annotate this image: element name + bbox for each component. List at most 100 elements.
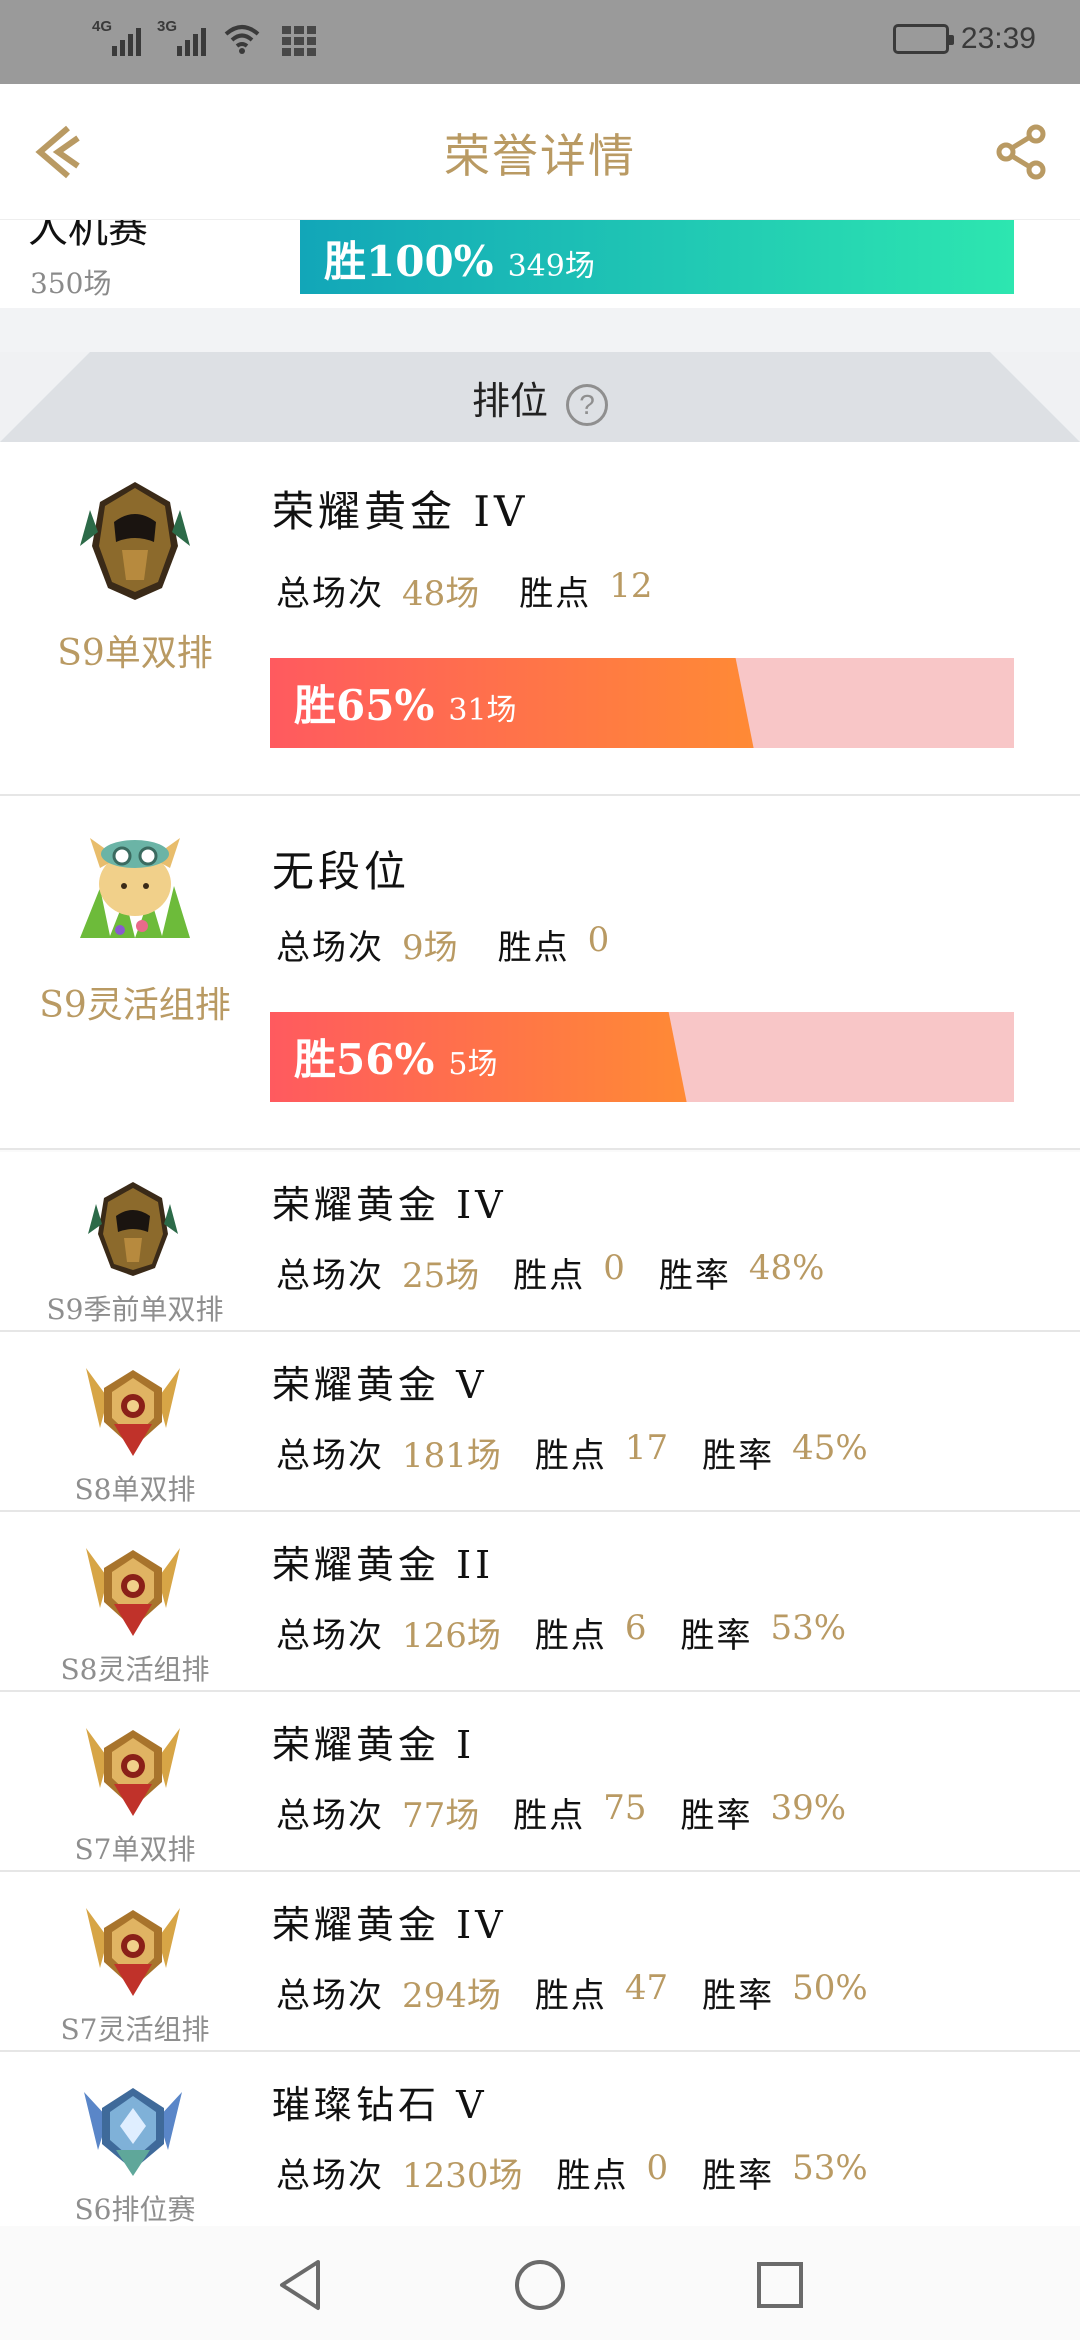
help-icon[interactable]: ? [566, 383, 608, 426]
season-label: S9灵活组排 [39, 985, 231, 1026]
points-value: 0 [603, 1248, 625, 1288]
total-label: 总场次 [276, 1796, 384, 1836]
season-record-row: S8单双排 荣耀黄金 V 总场次 181场 胜点 17 胜率 45% [0, 1332, 1080, 1512]
points-label: 胜点 [513, 1796, 586, 1836]
season-label: S9季前单双排 [46, 1293, 224, 1326]
rank-name: 荣耀黄金 IV [272, 1903, 507, 1947]
total-value: 1230场 [402, 2156, 523, 2196]
diamond-crest-icon [84, 2088, 182, 2176]
section-spacer [0, 308, 1080, 352]
gold-crest-icon [86, 1368, 180, 1456]
wifi-icon [224, 25, 260, 54]
points-label: 胜点 [534, 1436, 607, 1476]
win-rate-bar: 胜65% 31场 [270, 658, 1014, 748]
rate-label: 胜率 [702, 1436, 775, 1476]
total-label: 总场次 [276, 928, 384, 968]
total-value: 9场 [402, 928, 458, 968]
ranked-entry-s9-solo: S9单双排 荣耀黄金 IV 总场次 48场 胜点 12 胜65% 31场 [0, 442, 1080, 796]
rate-value: 45% [792, 1428, 868, 1468]
app-header: 荣誉详情 [0, 84, 1080, 220]
status-bar: 4G 3G 23:39 [0, 0, 1080, 84]
points-label: 胜点 [497, 928, 570, 968]
points-label: 胜点 [519, 574, 592, 614]
season-label: S6排位赛 [74, 2193, 196, 2226]
cell-signal-icon: 3G [157, 18, 206, 56]
nav-recents-icon[interactable] [745, 2250, 815, 2320]
season-record-row: S8灵活组排 荣耀黄金 II 总场次 126场 胜点 6 胜率 53% [0, 1512, 1080, 1692]
points-value: 17 [624, 1428, 669, 1468]
system-nav-bar [0, 2226, 1080, 2340]
rank-name: 荣耀黄金 V [272, 1363, 488, 1407]
cell-signal-icon: 4G [92, 18, 141, 56]
season-record-row: S7灵活组排 荣耀黄金 IV 总场次 294场 胜点 47 胜率 50% [0, 1872, 1080, 2052]
rate-value: 39% [770, 1788, 847, 1828]
rate-label: 胜率 [680, 1616, 753, 1656]
total-label: 总场次 [276, 1256, 384, 1296]
win-games-label: 349场 [507, 249, 595, 284]
season-record-row: S6排位赛 璀璨钻石 V 总场次 1230场 胜点 0 胜率 53% [0, 2052, 1080, 2232]
gold-helmet-icon [88, 1182, 178, 1276]
points-value: 6 [624, 1608, 647, 1648]
battery-icon [892, 24, 954, 54]
total-value: 77场 [402, 1796, 480, 1836]
mode-count: 350场 [30, 267, 112, 300]
page-title: 荣誉详情 [444, 129, 636, 183]
points-label: 胜点 [534, 1616, 607, 1656]
season-label: S8灵活组排 [60, 1653, 210, 1686]
season-label: S8单双排 [74, 1473, 196, 1506]
win-rate-label: 胜65% [294, 681, 435, 730]
win-rate-label: 胜56% [294, 1035, 435, 1084]
total-value: 25场 [402, 1256, 480, 1296]
total-label: 总场次 [276, 1976, 384, 2016]
rate-label: 胜率 [658, 1256, 731, 1296]
total-value: 294场 [402, 1976, 501, 2016]
section-title: 排位 [471, 379, 548, 423]
signal-type-label: 4G [92, 18, 113, 35]
rate-value: 53% [792, 2148, 868, 2188]
gold-crest-icon [86, 1908, 180, 1996]
ranked-entry-s9-flex: S9灵活组排 无段位 总场次 9场 胜点 0 胜56% 5场 [0, 796, 1080, 1150]
win-rate-bar: 胜100% 349场 [300, 220, 1014, 294]
points-label: 胜点 [513, 1256, 586, 1296]
rank-name: 璀璨钻石 V [272, 2083, 488, 2127]
total-value: 48场 [402, 574, 480, 614]
total-value: 126场 [402, 1616, 501, 1656]
win-rate-label: 胜100% [324, 237, 494, 286]
total-label: 总场次 [276, 574, 384, 614]
gold-crest-icon [86, 1548, 180, 1636]
rank-name: 荣耀黄金 IV [272, 487, 529, 536]
win-games-label: 5场 [448, 1047, 498, 1082]
total-value: 181场 [402, 1436, 501, 1476]
season-record-row: S9季前单双排 荣耀黄金 IV 总场次 25场 胜点 0 胜率 48% [0, 1152, 1080, 1332]
total-label: 总场次 [276, 1436, 384, 1476]
rank-name: 荣耀黄金 II [272, 1543, 495, 1587]
nav-back-icon[interactable] [266, 2250, 336, 2320]
mode-name: 人机赛 [28, 220, 148, 252]
rate-value: 50% [792, 1968, 868, 2008]
apps-grid-icon [282, 26, 316, 56]
season-label: S7单双排 [74, 1833, 196, 1866]
win-rate-bar: 胜56% 5场 [270, 1012, 1014, 1102]
season-record-row: S7单双排 荣耀黄金 I 总场次 77场 胜点 75 胜率 39% [0, 1692, 1080, 1872]
rate-label: 胜率 [702, 1976, 775, 2016]
teemo-avatar-icon [80, 838, 190, 938]
rank-name: 荣耀黄金 I [272, 1723, 476, 1767]
gold-crest-icon [86, 1728, 180, 1816]
rate-label: 胜率 [702, 2156, 775, 2196]
gold-helmet-icon [80, 482, 190, 600]
rate-value: 48% [748, 1248, 825, 1288]
points-value: 0 [646, 2148, 669, 2188]
win-games-label: 31场 [448, 693, 517, 728]
ranked-section-header: 排位? [0, 352, 1080, 442]
points-value: 75 [603, 1788, 647, 1828]
points-value: 47 [624, 1968, 669, 2008]
status-time: 23:39 [960, 22, 1036, 55]
points-label: 胜点 [534, 1976, 607, 2016]
share-icon[interactable] [994, 124, 1050, 180]
rate-value: 53% [770, 1608, 847, 1648]
total-label: 总场次 [276, 1616, 384, 1656]
nav-home-icon[interactable] [505, 2250, 575, 2320]
total-label: 总场次 [276, 2156, 384, 2196]
season-label: S9单双排 [57, 633, 213, 674]
rank-name: 无段位 [272, 847, 411, 896]
